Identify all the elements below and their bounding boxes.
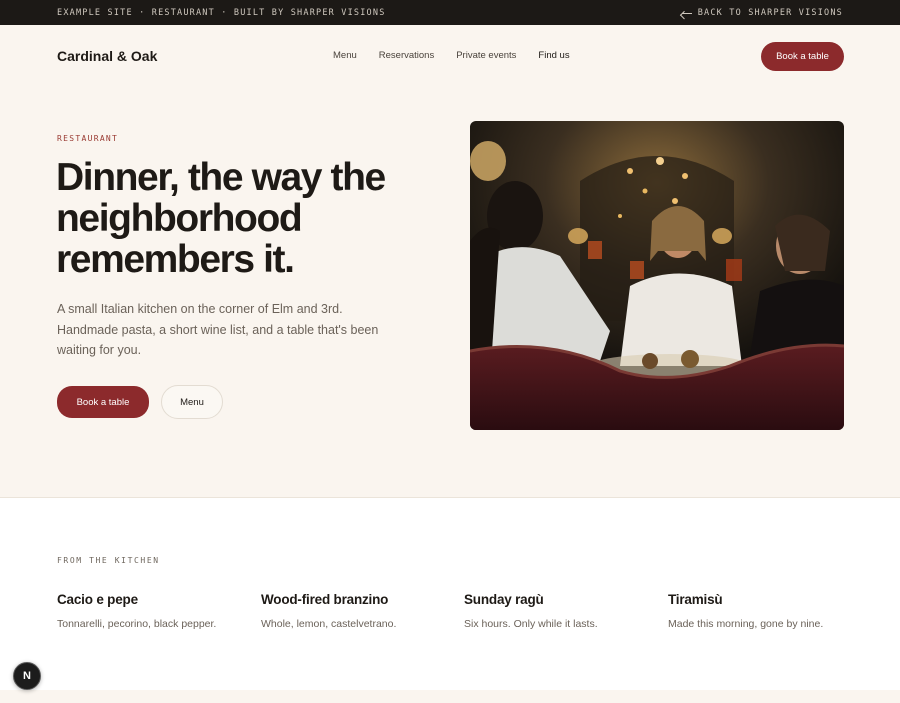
- banner-text: EXAMPLE SITE · RESTAURANT · BUILT BY SHA…: [57, 8, 386, 18]
- brand-logo[interactable]: Cardinal & Oak: [57, 48, 157, 64]
- hero-book-button[interactable]: Book a table: [57, 386, 149, 418]
- dish-description: Made this morning, gone by nine.: [668, 618, 824, 630]
- dish-description: Whole, lemon, castelvetrano.: [261, 618, 397, 630]
- back-link[interactable]: BACK TO SHARPER VISIONS: [681, 8, 843, 18]
- dish-name: Sunday ragù: [464, 592, 544, 607]
- hero-headline: Dinner, the way the neighborhood remembe…: [56, 156, 386, 281]
- dish-name: Cacio e pepe: [57, 592, 138, 607]
- header-book-button[interactable]: Book a table: [761, 42, 844, 71]
- back-link-label: BACK TO SHARPER VISIONS: [697, 8, 843, 18]
- main-nav: Menu Reservations Private events Find us: [333, 50, 592, 61]
- dish-name: Tiramisù: [668, 592, 723, 607]
- nav-item-menu[interactable]: Menu: [333, 50, 357, 61]
- kitchen-section: FROM THE KITCHEN Cacio e pepe Tonnarelli…: [0, 498, 900, 690]
- dish-description: Six hours. Only while it lasts.: [464, 618, 598, 630]
- dish-card: Cacio e pepe Tonnarelli, pecorino, black…: [57, 592, 247, 630]
- dish-card: Tiramisù Made this morning, gone by nine…: [668, 592, 858, 630]
- nav-item-private-events[interactable]: Private events: [456, 50, 516, 61]
- dish-card: Sunday ragù Six hours. Only while it las…: [464, 592, 654, 630]
- next-section-edge: [0, 690, 900, 703]
- top-banner: EXAMPLE SITE · RESTAURANT · BUILT BY SHA…: [0, 0, 900, 25]
- hero-eyebrow: RESTAURANT: [57, 134, 119, 143]
- nav-item-find-us[interactable]: Find us: [538, 50, 569, 61]
- site-header: Cardinal & Oak Menu Reservations Private…: [0, 25, 900, 87]
- hero-description: A small Italian kitchen on the corner of…: [57, 302, 379, 357]
- section-label: FROM THE KITCHEN: [57, 556, 160, 565]
- hero-menu-button[interactable]: Menu: [161, 385, 223, 419]
- dish-description: Tonnarelli, pecorino, black pepper.: [57, 618, 217, 630]
- dish-name: Wood-fired branzino: [261, 592, 389, 607]
- dish-card: Wood-fired branzino Whole, lemon, castel…: [261, 592, 451, 630]
- arrow-left-icon: [681, 12, 692, 14]
- dev-tools-button[interactable]: N: [13, 662, 41, 690]
- hero-photo: [470, 121, 844, 430]
- nav-item-reservations[interactable]: Reservations: [379, 50, 434, 61]
